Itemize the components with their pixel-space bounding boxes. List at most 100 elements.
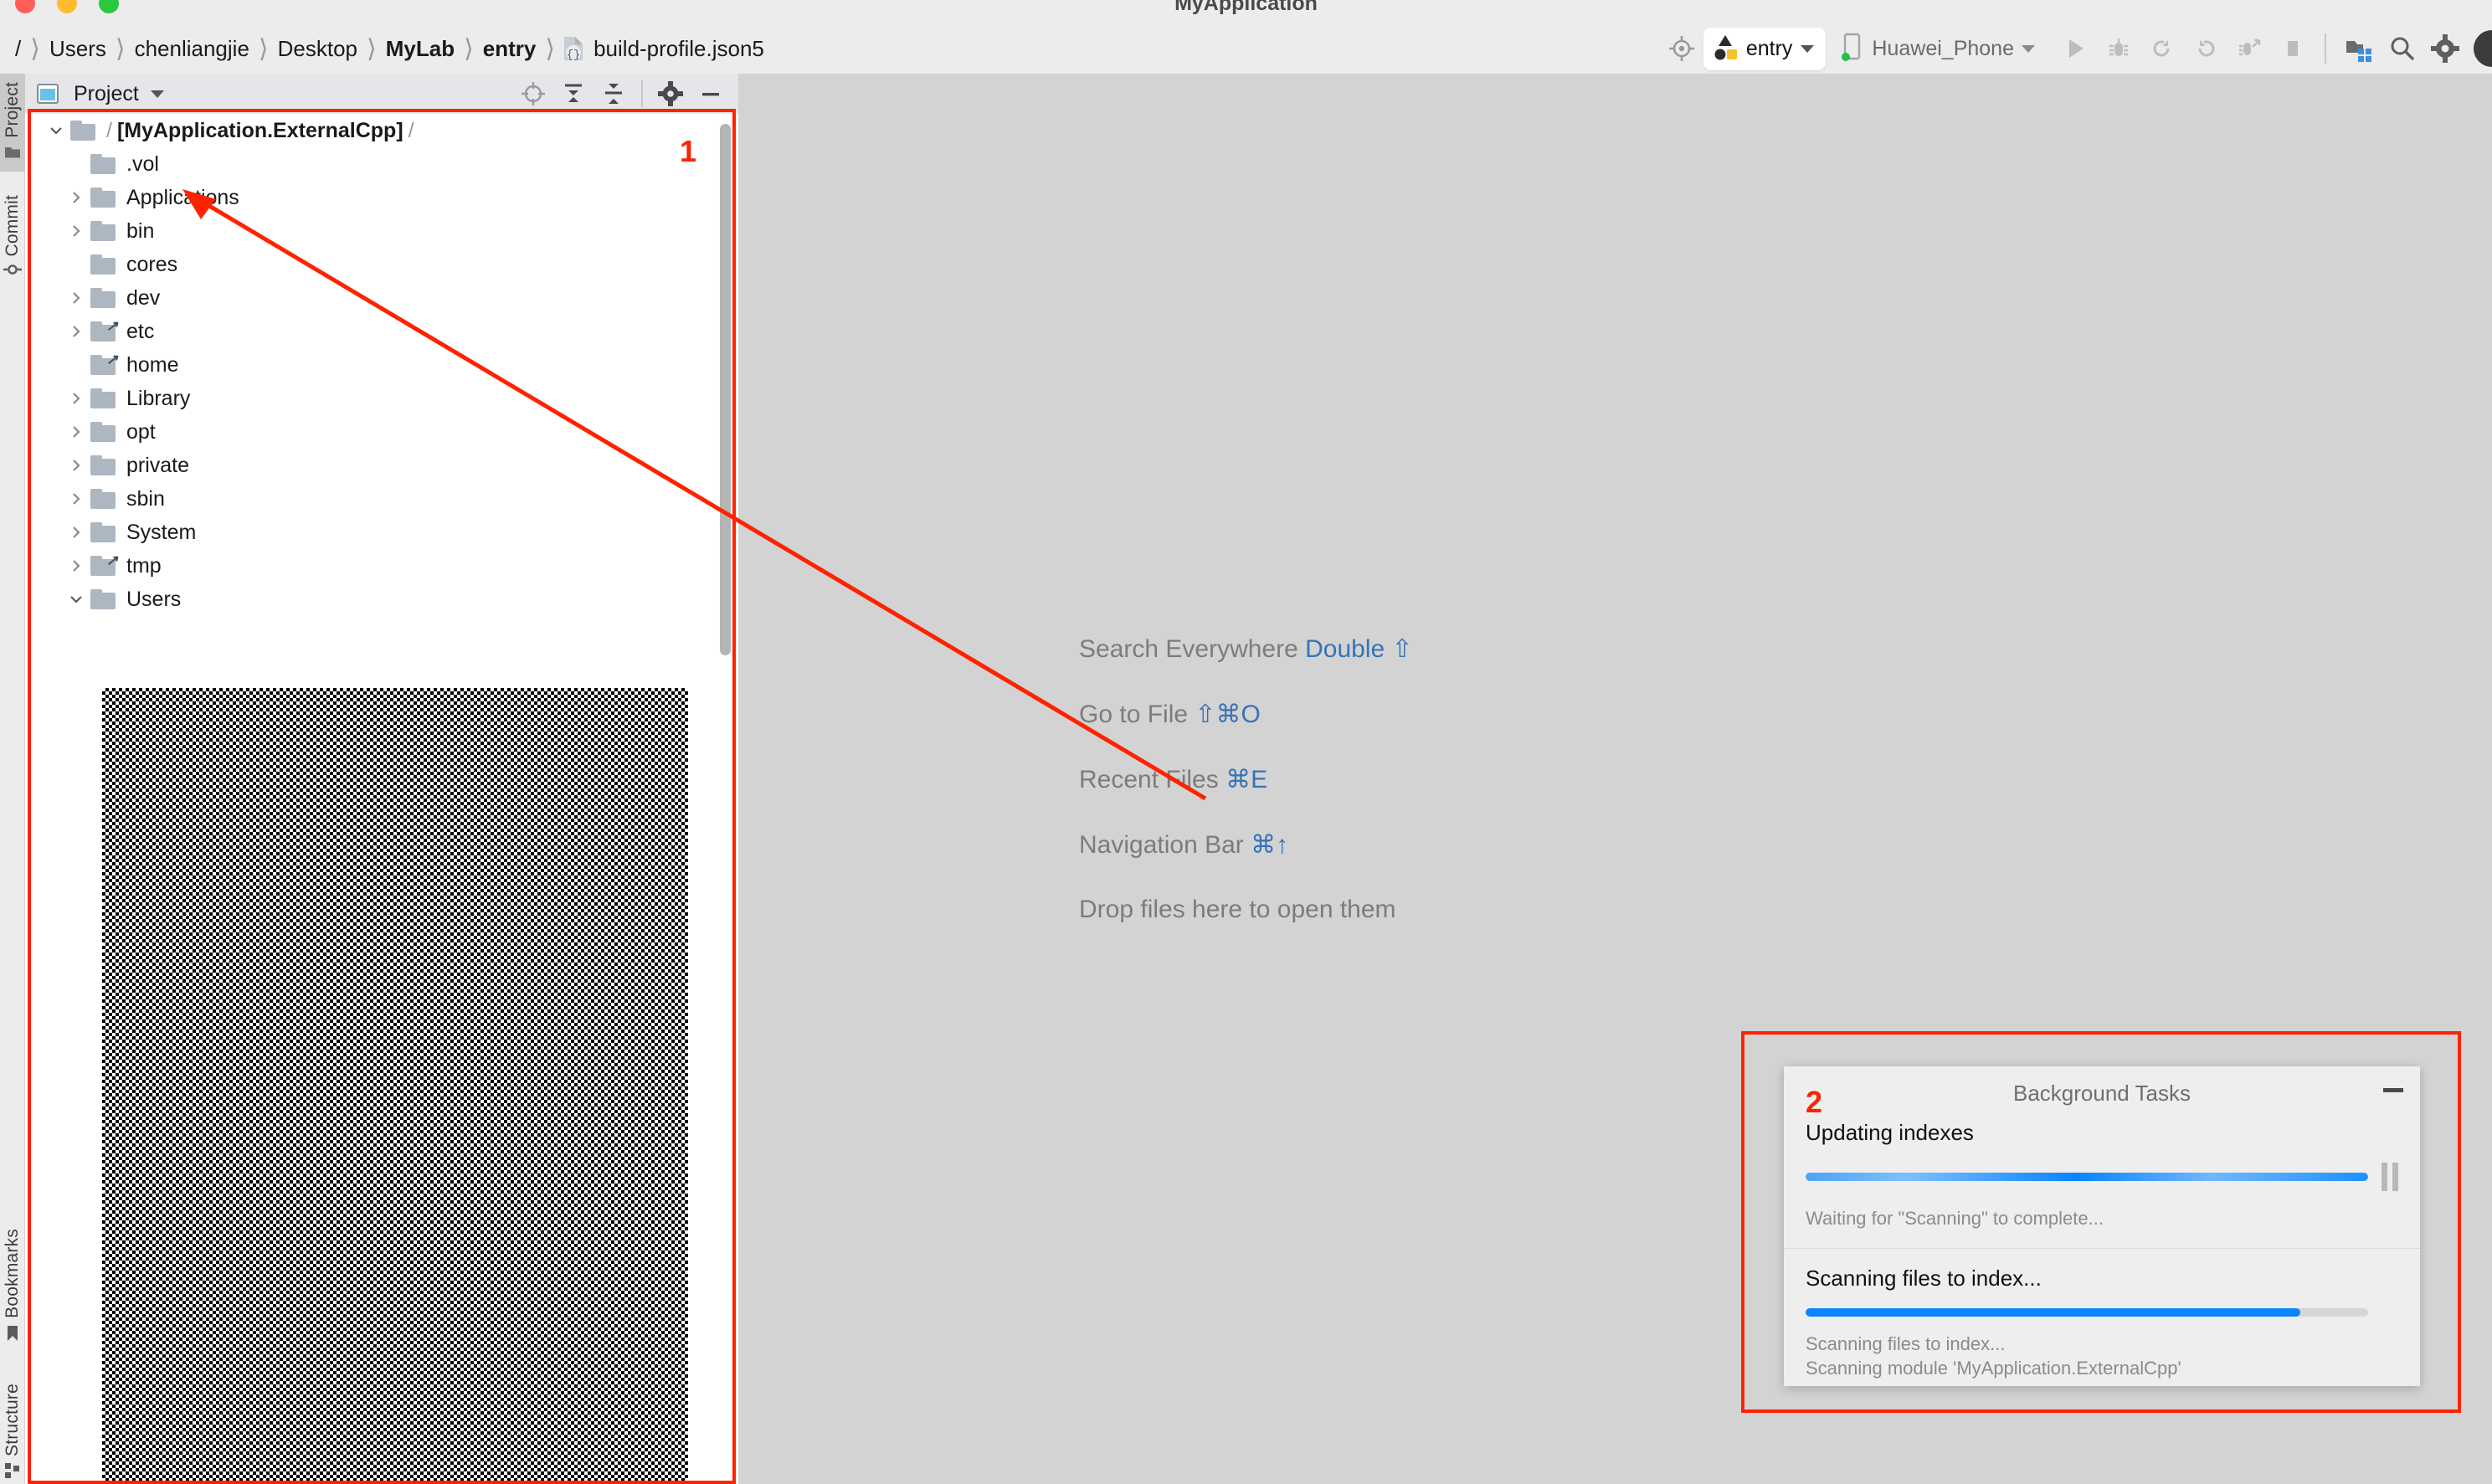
chevron-right-icon[interactable] [62,525,90,540]
hint-navigation-bar: Navigation Bar ⌘↑ [1079,830,1413,860]
tree-row-root[interactable]: / [MyApplication.ExternalCpp] / [25,114,738,147]
breadcrumb-item-mylab[interactable]: MyLab [384,36,456,62]
chevron-right-icon[interactable] [62,190,90,205]
background-tasks-panel[interactable]: Background Tasks Updating indexes Waitin… [1784,1066,2420,1386]
progress-bar-fill [1806,1173,2368,1181]
tree-row-etc[interactable]: ↗ etc [25,315,738,348]
breadcrumb-separator: ⟩ [367,34,377,63]
project-file-tree[interactable]: / [MyApplication.ExternalCpp] / .vol App… [25,114,738,1484]
background-tasks-title: Background Tasks [2013,1080,2191,1106]
settings-button[interactable] [2423,27,2467,70]
user-avatar[interactable] [2474,30,2492,67]
folder-icon [90,455,116,475]
breadcrumb-item-root[interactable]: / [13,36,23,62]
breadcrumb-item-file[interactable]: build-profile.json5 [592,36,766,62]
tree-row-opt[interactable]: opt [25,415,738,449]
run-configuration-label: entry [1745,36,1793,60]
target-icon[interactable] [1660,27,1703,70]
breadcrumb-item-entry[interactable]: entry [481,36,538,62]
editor-hints: Search Everywhere Double ⇧ Go to File ⇧⌘… [1079,634,1413,960]
redacted-content [102,688,688,1484]
breadcrumb-separator: ⟩ [545,34,556,63]
chevron-right-icon[interactable] [62,324,90,339]
tree-row-vol[interactable]: .vol [25,147,738,181]
chevron-right-icon[interactable] [62,491,90,506]
tree-item-label: sbin [126,486,165,511]
sidebar-item-project[interactable]: Project [0,74,25,172]
hint-drop-files: Drop files here to open them [1079,896,1413,924]
restart-button[interactable] [2184,27,2227,70]
chevron-right-icon[interactable] [62,458,90,473]
breadcrumb-separator: ⟩ [258,34,269,63]
tree-row-dev[interactable]: dev [25,281,738,315]
hint-recent-files: Recent Files ⌘E [1079,765,1413,794]
breadcrumb-item-users[interactable]: Users [48,36,108,62]
collapse-all-button[interactable] [594,75,633,112]
tree-item-label: cores [126,252,178,276]
phone-icon [1841,32,1864,66]
stop-button[interactable] [2271,27,2315,70]
task-name: Scanning files to index... [1806,1265,2042,1291]
sidebar-item-label: Commit [3,195,22,257]
project-folder-icon [4,145,21,163]
tree-item-label: home [126,352,179,377]
device-selector[interactable]: Huawei_Phone [1841,32,2035,66]
tree-item-label: .vol [126,151,159,176]
hide-panel-button[interactable] [691,75,730,112]
chevron-down-icon[interactable] [150,90,164,98]
chevron-right-icon[interactable] [62,223,90,239]
tree-row-cores[interactable]: cores [25,248,738,281]
hint-label: Search Everywhere [1079,635,1306,663]
run-button[interactable] [2053,27,2097,70]
chevron-down-icon[interactable] [42,123,70,138]
minimize-icon[interactable] [2383,1088,2403,1092]
tree-item-label: Library [126,386,191,410]
folder-icon [90,489,116,509]
expand-all-button[interactable] [554,75,593,112]
chevron-right-icon[interactable] [62,290,90,306]
project-panel-scrollbar[interactable] [720,124,731,655]
tree-row-bin[interactable]: bin [25,214,738,248]
tree-row-private[interactable]: private [25,449,738,482]
sidebar-item-commit[interactable]: Commit [0,187,25,288]
search-button[interactable] [2380,27,2423,70]
breadcrumb-separator: ⟩ [464,34,474,63]
annotation-number-1: 1 [680,134,697,168]
rerun-button[interactable] [2140,27,2184,70]
tree-row-users[interactable]: Users [25,583,738,616]
chevron-right-icon[interactable] [62,424,90,439]
tree-row-sbin[interactable]: sbin [25,482,738,516]
tree-item-label: tmp [126,553,162,578]
chevron-down-icon[interactable] [62,592,90,607]
tree-row-home[interactable]: ↗ home [25,348,738,382]
sidebar-item-bookmarks[interactable]: Bookmarks [0,1220,25,1354]
tree-row-system[interactable]: System [25,516,738,549]
chevron-right-icon[interactable] [62,558,90,573]
tree-row-tmp[interactable]: ↗ tmp [25,549,738,583]
run-configuration-selector[interactable]: entry [1703,27,1827,70]
attach-debugger-button[interactable] [2227,27,2271,70]
select-opened-file-button[interactable] [514,75,552,112]
chevron-right-icon[interactable] [62,391,90,406]
project-panel-header: Project [25,74,738,114]
sidebar-item-structure[interactable]: Structure [0,1375,25,1484]
pause-icon[interactable] [2382,1163,2398,1191]
debug-button[interactable] [2097,27,2140,70]
project-panel-tools [514,75,730,112]
tree-row-library[interactable]: Library [25,382,738,415]
panel-settings-button[interactable] [651,75,690,112]
android-module-icon [1713,33,1738,64]
tree-row-applications[interactable]: Applications [25,181,738,214]
tree-item-label: System [126,520,197,544]
device-manager-button[interactable] [2336,27,2380,70]
toolbar-actions: entry Huawei_Phone [1660,23,2492,74]
commit-icon [3,264,22,280]
navigation-toolbar: / ⟩ Users ⟩ chenliangjie ⟩ Desktop ⟩ MyL… [0,23,2492,74]
window-title: MyApplication [1174,0,1318,15]
folder-icon [90,187,116,208]
breadcrumb-item-chenliangjie[interactable]: chenliangjie [133,36,251,62]
breadcrumb-separator: ⟩ [115,34,126,63]
sidebar-item-label: Bookmarks [3,1229,22,1318]
title-bar: MyApplication [0,0,2492,23]
breadcrumb-item-desktop[interactable]: Desktop [276,36,359,62]
